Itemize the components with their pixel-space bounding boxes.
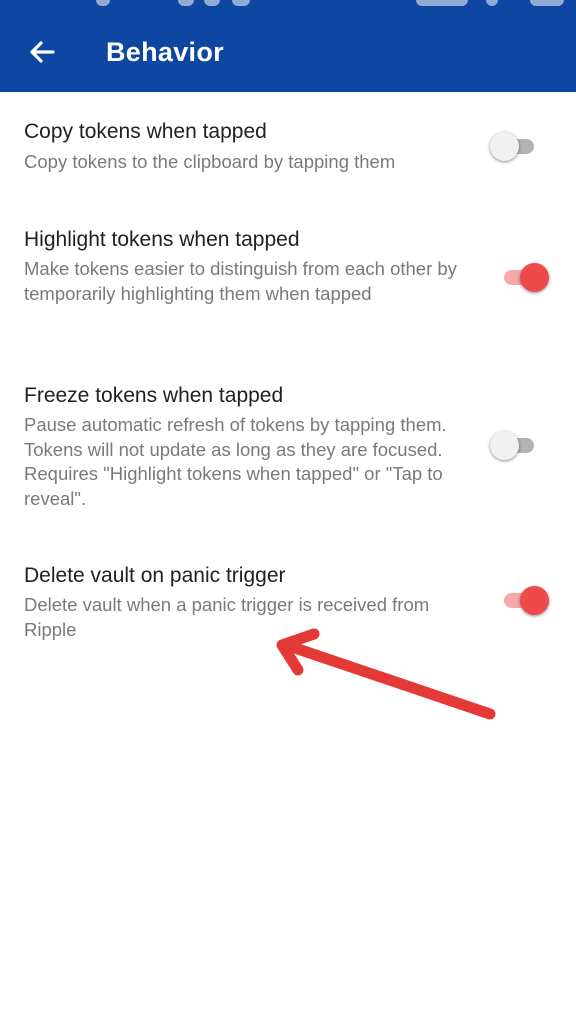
setting-description: Copy tokens to the clipboard by tapping … [24, 151, 396, 172]
setting-title: Delete vault on panic trigger [24, 564, 286, 587]
highlight-tokens-switch[interactable] [502, 262, 549, 292]
setting-copy-tokens[interactable]: Copy tokens when tapped Copy tokens to t… [0, 110, 576, 190]
status-bar-remnant [0, 0, 576, 8]
setting-highlight-tokens[interactable]: Highlight tokens when tapped Make tokens… [0, 218, 576, 338]
behavior-settings-screen: Behavior Copy tokens when tapped Copy to… [0, 0, 576, 1024]
arrow-left-icon [30, 41, 55, 63]
setting-title: Copy tokens when tapped [24, 120, 267, 143]
setting-title: Freeze tokens when tapped [24, 384, 284, 407]
page-title: Behavior [106, 37, 224, 67]
back-button[interactable] [22, 34, 62, 70]
delete-vault-panic-switch[interactable] [502, 585, 549, 615]
freeze-tokens-switch[interactable] [490, 430, 542, 460]
setting-title: Highlight tokens when tapped [24, 228, 300, 251]
setting-freeze-tokens[interactable]: Freeze tokens when tapped Pause automati… [0, 374, 576, 519]
copy-tokens-switch[interactable] [490, 131, 542, 161]
app-bar: Behavior [0, 0, 576, 92]
setting-description: Make tokens easier to distinguish from e… [24, 258, 457, 304]
setting-description: Delete vault when a panic trigger is rec… [24, 594, 430, 640]
setting-description: Pause automatic refresh of tokens by tap… [24, 414, 447, 509]
setting-delete-vault-panic[interactable]: Delete vault on panic trigger Delete vau… [0, 554, 576, 649]
